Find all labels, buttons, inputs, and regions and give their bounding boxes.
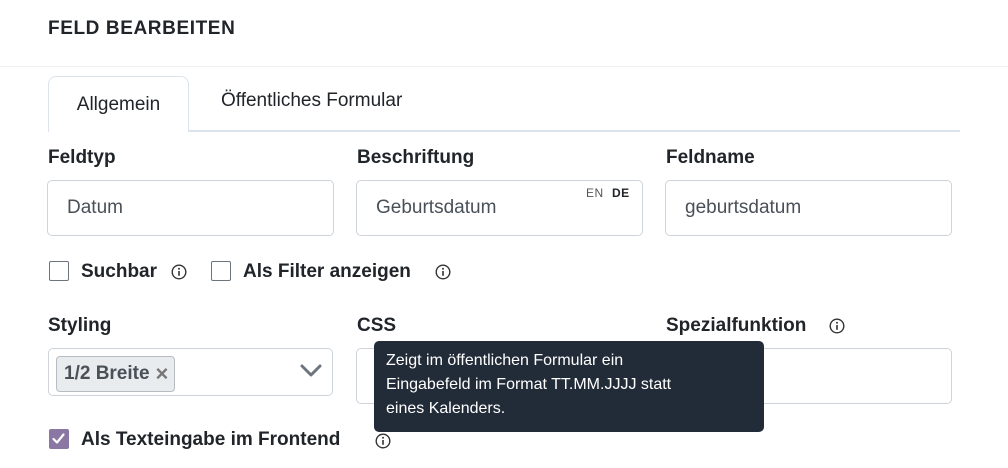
- tab-allgemein[interactable]: Allgemein: [48, 76, 189, 132]
- checkmark-icon: [52, 433, 65, 444]
- texteingabe-label: Als Texteingabe im Frontend: [81, 429, 341, 450]
- suchbar-checkbox[interactable]: [49, 261, 69, 281]
- chevron-down-icon[interactable]: [300, 364, 322, 378]
- beschriftung-value: Geburtsdatum: [376, 197, 497, 218]
- lang-en-toggle[interactable]: EN: [586, 186, 604, 200]
- info-icon: [435, 264, 451, 280]
- tab-label: Allgemein: [76, 93, 161, 115]
- selected-tag: 1/2 Breite ×: [56, 356, 176, 392]
- feldtyp-field[interactable]: Datum: [47, 180, 334, 236]
- info-icon[interactable]: [375, 433, 391, 449]
- feldname-label: Feldname: [666, 147, 755, 168]
- selected-tag-label: 1/2 Breite: [64, 363, 150, 384]
- spezialfunktion-label: Spezialfunktion: [666, 315, 807, 336]
- filter-checkbox[interactable]: [211, 261, 231, 281]
- info-icon: [171, 264, 187, 280]
- suchbar-label: Suchbar: [81, 261, 158, 282]
- modal-header: FELD BEARBEITEN: [0, 0, 1008, 67]
- feldname-field[interactable]: geburtsdatum: [665, 180, 952, 236]
- tooltip: Zeigt im öffentlichen Formular ein Einga…: [374, 341, 764, 432]
- tab-oeffentliches-formular[interactable]: Öffentliches Formular: [221, 90, 402, 112]
- feldtyp-value: Datum: [67, 197, 123, 218]
- texteingabe-checkbox[interactable]: [49, 429, 69, 449]
- feldtyp-label: Feldtyp: [48, 147, 116, 168]
- lang-de-toggle[interactable]: DE: [612, 186, 630, 200]
- styling-select[interactable]: 1/2 Breite ×: [48, 348, 333, 396]
- info-icon: [829, 318, 845, 334]
- styling-label: Styling: [48, 315, 112, 336]
- remove-tag-icon[interactable]: ×: [156, 363, 169, 385]
- modal-title: FELD BEARBEITEN: [48, 18, 236, 39]
- feldname-value: geburtsdatum: [685, 197, 802, 218]
- filter-label: Als Filter anzeigen: [243, 261, 411, 282]
- css-label: CSS: [357, 315, 397, 336]
- beschriftung-label: Beschriftung: [357, 147, 475, 168]
